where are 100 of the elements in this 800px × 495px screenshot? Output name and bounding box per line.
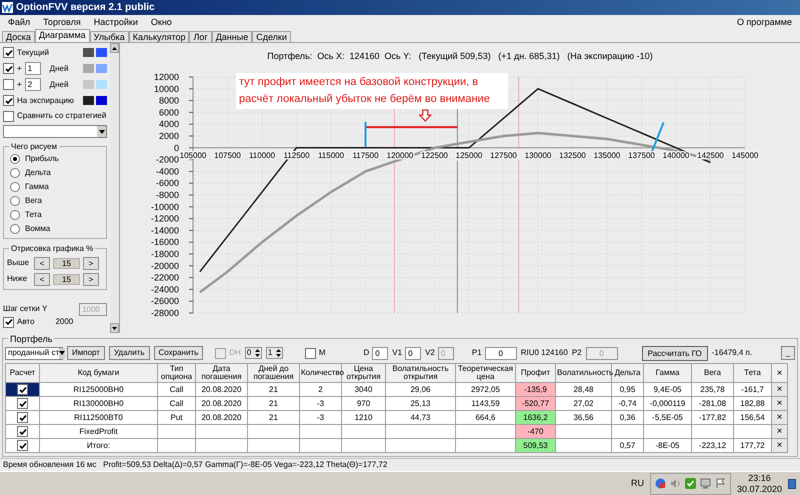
- spin-field[interactable]: 1: [266, 347, 283, 359]
- tab[interactable]: Диаграмма: [34, 29, 90, 42]
- increase-button[interactable]: >: [83, 272, 99, 286]
- clock-time[interactable]: 23:16: [748, 472, 771, 484]
- flag-icon[interactable]: [714, 478, 726, 489]
- menu-item[interactable]: Окно: [150, 16, 172, 30]
- menu-item[interactable]: О программе: [736, 16, 792, 30]
- spin-arrows-icon[interactable]: [274, 348, 282, 358]
- column-header[interactable]: Теоретическая цена: [456, 364, 516, 382]
- radio-button[interactable]: [10, 168, 20, 178]
- checkbox[interactable]: [17, 398, 28, 409]
- days-field[interactable]: 2: [24, 78, 41, 91]
- column-header[interactable]: Тип опциона: [158, 364, 196, 382]
- row-select-cell[interactable]: [6, 424, 40, 438]
- column-header[interactable]: Вега: [692, 364, 734, 382]
- remove-button[interactable]: ×: [772, 411, 787, 424]
- column-header[interactable]: Волатильность: [556, 364, 612, 382]
- column-header[interactable]: Тета: [734, 364, 772, 382]
- scroll-down-icon[interactable]: [110, 323, 119, 333]
- language-indicator[interactable]: RU: [630, 476, 644, 490]
- column-header[interactable]: Количество: [300, 364, 342, 382]
- checkbox-label: M: [318, 347, 326, 359]
- tab[interactable]: Данные: [212, 31, 252, 42]
- y-tick-label: -20000: [150, 260, 179, 271]
- toolbar-button[interactable]: Импорт: [67, 346, 105, 360]
- column-header[interactable]: Волатильность открытия: [386, 364, 456, 382]
- radio-button[interactable]: [10, 224, 20, 234]
- input-field[interactable]: 0: [372, 346, 388, 360]
- checkbox[interactable]: [17, 426, 28, 437]
- x-tick-label: 122500: [421, 150, 448, 160]
- clock-date[interactable]: 30.07.2020: [736, 484, 782, 494]
- color-swatch[interactable]: [96, 64, 108, 73]
- tab[interactable]: Доска: [2, 31, 35, 42]
- table-cell: 0,36: [612, 410, 644, 424]
- vertical-scrollbar[interactable]: [110, 43, 119, 333]
- show-desktop-icon[interactable]: [788, 478, 796, 488]
- radio-button[interactable]: [10, 210, 20, 220]
- checkbox[interactable]: [17, 384, 28, 395]
- checkbox[interactable]: [3, 110, 14, 122]
- strategy-dropdown[interactable]: [3, 125, 108, 138]
- column-header[interactable]: Дней до погашения: [248, 364, 300, 382]
- checkbox[interactable]: [17, 412, 28, 423]
- row-select-cell[interactable]: [6, 396, 40, 410]
- checkbox[interactable]: [3, 79, 14, 90]
- row-select-cell[interactable]: [6, 410, 40, 424]
- tab[interactable]: Калькулятор: [128, 31, 190, 42]
- radio-button[interactable]: [10, 154, 20, 164]
- remove-button[interactable]: ×: [772, 425, 787, 438]
- y-tick-label: 6000: [158, 107, 179, 118]
- remove-button[interactable]: ×: [772, 383, 787, 396]
- remove-button[interactable]: ×: [772, 397, 787, 410]
- column-header[interactable]: Гамма: [644, 364, 692, 382]
- remove-button[interactable]: ×: [772, 439, 787, 452]
- decrease-button[interactable]: <: [34, 256, 50, 270]
- column-header[interactable]: Расчет: [6, 364, 40, 382]
- scroll-up-icon[interactable]: [110, 43, 119, 53]
- checkbox[interactable]: [3, 47, 14, 58]
- decrease-button[interactable]: <: [34, 272, 50, 286]
- checkbox[interactable]: [3, 95, 14, 106]
- x-tick-label: 145000: [732, 150, 758, 160]
- row-select-cell[interactable]: [6, 382, 40, 396]
- color-swatch[interactable]: [96, 80, 108, 89]
- days-field[interactable]: 1: [24, 62, 41, 75]
- color-swatch[interactable]: [96, 48, 108, 57]
- toolbar-button[interactable]: Сохранить: [154, 346, 204, 360]
- color-swatch[interactable]: [83, 80, 94, 89]
- checkbox[interactable]: [17, 440, 28, 451]
- color-swatch[interactable]: [83, 64, 94, 73]
- menu-item[interactable]: Настройки: [94, 16, 138, 30]
- column-header[interactable]: Дата погашения: [196, 364, 248, 382]
- column-header[interactable]: Код бумаги: [40, 364, 158, 382]
- tab[interactable]: Лог: [189, 31, 212, 42]
- input-field[interactable]: 0: [484, 346, 517, 360]
- radio-button[interactable]: [10, 196, 20, 206]
- spin-arrows-icon[interactable]: [254, 348, 261, 358]
- color-swatch[interactable]: [83, 48, 94, 57]
- column-header[interactable]: Дельта: [612, 364, 644, 382]
- network-icon[interactable]: [654, 478, 666, 489]
- radio-button[interactable]: [10, 182, 20, 192]
- tab[interactable]: Улыбка: [90, 31, 129, 42]
- checkbox[interactable]: [3, 63, 14, 74]
- toolbar-button[interactable]: Удалить: [108, 346, 150, 360]
- menu-item[interactable]: Торговля: [43, 16, 81, 30]
- spin-field[interactable]: 0: [244, 347, 262, 359]
- x-tick-label: 120000: [386, 150, 414, 160]
- table-cell: RI130000BH0: [40, 396, 158, 410]
- input-field[interactable]: 0: [405, 346, 422, 360]
- menu-item[interactable]: Файл: [8, 16, 30, 30]
- increase-button[interactable]: >: [83, 256, 99, 270]
- color-swatch[interactable]: [96, 96, 108, 105]
- filter-dropdown[interactable]: проданный ст: [5, 346, 63, 360]
- row-select-cell[interactable]: [6, 438, 40, 452]
- tab[interactable]: Сделки: [252, 31, 291, 42]
- color-swatch[interactable]: [83, 96, 94, 105]
- minimize-button[interactable]: _: [781, 346, 795, 360]
- checkbox[interactable]: [304, 348, 316, 358]
- monitor-icon[interactable]: [700, 478, 711, 489]
- table-cell: Put: [158, 410, 196, 424]
- calculate-button[interactable]: Рассчитать ГО: [642, 346, 708, 360]
- check-icon[interactable]: [684, 478, 696, 489]
